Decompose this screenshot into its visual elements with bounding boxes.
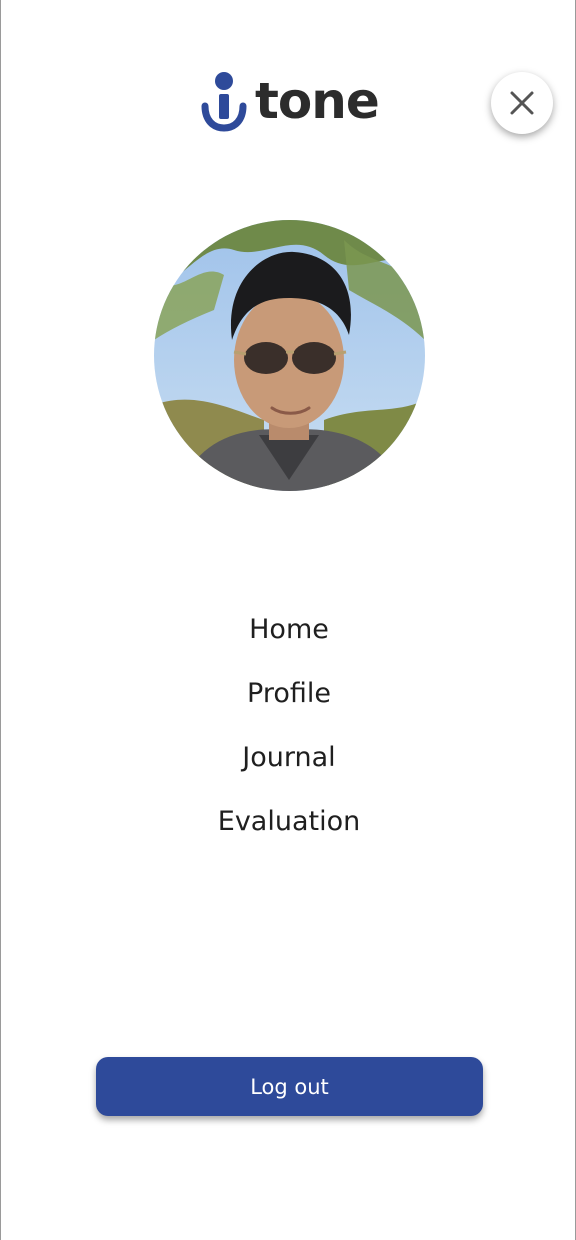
close-icon bbox=[510, 91, 534, 115]
menu-item-journal[interactable]: Journal bbox=[230, 736, 347, 800]
menu-item-home[interactable]: Home bbox=[237, 608, 341, 672]
avatar bbox=[154, 220, 425, 491]
main-menu: Home Profile Journal Evaluation bbox=[1, 608, 576, 864]
app-name: tone bbox=[255, 72, 380, 130]
side-menu-screen: tone Home Profile Journal Evaluation Log… bbox=[0, 0, 576, 1240]
menu-item-evaluation[interactable]: Evaluation bbox=[206, 800, 372, 864]
close-menu-button[interactable] bbox=[491, 72, 553, 134]
menu-item-profile[interactable]: Profile bbox=[235, 672, 343, 736]
user-photo bbox=[154, 220, 425, 491]
app-logo: tone bbox=[201, 68, 380, 132]
anchor-i-icon bbox=[201, 72, 247, 132]
logout-button[interactable]: Log out bbox=[96, 1057, 483, 1116]
